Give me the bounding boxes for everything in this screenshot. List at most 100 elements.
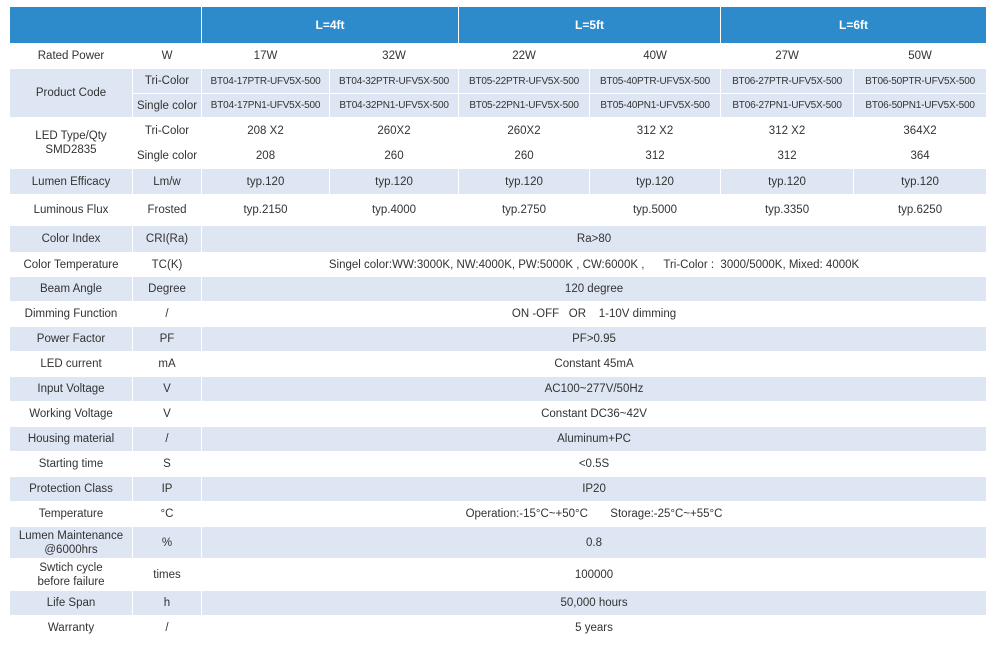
row-power-factor: Power Factor PF PF>0.95: [10, 327, 988, 352]
value-cell: typ.4000: [330, 195, 460, 226]
row-unit: CRI(Ra): [133, 226, 202, 253]
row-warranty: Warranty / 5 years: [10, 616, 988, 641]
value-cell: Constant 45mA: [202, 352, 988, 377]
value-cell: typ.120: [459, 169, 591, 195]
value-cell: AC100~277V/50Hz: [202, 377, 988, 402]
value-cell: 312 X2: [590, 118, 722, 144]
value-cell: 40W: [590, 44, 722, 69]
value-cell: 208: [202, 144, 330, 169]
row-lumen-efficacy: Lumen Efficacy Lm/w typ.120 typ.120 typ.…: [10, 169, 988, 195]
row-label: Color Index: [10, 226, 133, 253]
row-product-code-tri: Product Code Tri-Color BT04-17PTR-UFV5X-…: [10, 69, 988, 118]
value-cell: typ.120: [721, 169, 855, 195]
value-cell: 27W: [721, 44, 855, 69]
value-cell: 364: [854, 144, 988, 169]
row-input-voltage: Input Voltage V AC100~277V/50Hz: [10, 377, 988, 402]
value-cell: 0.8: [202, 527, 988, 559]
value-cell: typ.120: [202, 169, 330, 195]
row-unit: times: [133, 559, 202, 591]
value-cell: IP20: [202, 477, 988, 502]
value-cell: Constant DC36~42V: [202, 402, 988, 427]
row-label: Beam Angle: [10, 277, 133, 302]
value-cell: 100000: [202, 559, 988, 591]
row-working-voltage: Working Voltage V Constant DC36~42V: [10, 402, 988, 427]
row-label: Housing material: [10, 427, 133, 452]
value-cell: BT05-22PTR-UFV5X-500: [459, 69, 591, 94]
value-cell: typ.3350: [721, 195, 855, 226]
row-unit: TC(K): [133, 253, 202, 277]
row-beam-angle: Beam Angle Degree 120 degree: [10, 277, 988, 302]
value-cell: BT05-40PTR-UFV5X-500: [590, 69, 722, 94]
row-label-line: Lumen Maintenance: [18, 529, 124, 542]
row-label: Temperature: [10, 502, 133, 527]
value-cell: 260X2: [330, 118, 460, 144]
value-cell: BT05-40PN1-UFV5X-500: [590, 94, 722, 118]
value-cell: BT04-17PN1-UFV5X-500: [202, 94, 330, 118]
row-starting-time: Starting time S <0.5S: [10, 452, 988, 477]
row-temperature: Temperature °C Operation:-15°C~+50°C Sto…: [10, 502, 988, 527]
row-label-line: Swtich cycle: [39, 561, 103, 574]
value-cell: BT06-50PTR-UFV5X-500: [854, 69, 988, 94]
row-label-line: before failure: [37, 575, 105, 588]
row-label: Protection Class: [10, 477, 133, 502]
value-cell: BT06-27PTR-UFV5X-500: [721, 69, 855, 94]
row-label: Warranty: [10, 616, 133, 641]
row-unit: /: [133, 302, 202, 327]
value-cell: 312 X2: [721, 118, 855, 144]
row-label: Swtich cycle before failure: [10, 559, 133, 591]
value-cell: Singel color:WW:3000K, NW:4000K, PW:5000…: [202, 253, 988, 277]
row-unit: %: [133, 527, 202, 559]
row-label-line: LED Type/Qty: [35, 130, 107, 142]
value-cell: 312: [590, 144, 722, 169]
row-sub-label: Tri-Color: [133, 118, 202, 144]
value-cell: ON -OFF OR 1-10V dimming: [202, 302, 988, 327]
row-label: Color Temperature: [10, 253, 133, 277]
value-cell: typ.6250: [854, 195, 988, 226]
header-row: L=4ft L=5ft L=6ft: [10, 7, 988, 44]
value-cell: typ.120: [590, 169, 722, 195]
header-group-4ft: L=4ft: [202, 7, 460, 44]
value-cell: typ.120: [330, 169, 460, 195]
row-unit: V: [133, 402, 202, 427]
row-unit: W: [133, 44, 202, 69]
row-led-type-tri: LED Type/Qty SMD2835 Tri-Color 208 X2 260…: [10, 118, 988, 169]
row-unit: Degree: [133, 277, 202, 302]
row-label: Product Code: [10, 69, 133, 118]
row-protection-class: Protection Class IP IP20: [10, 477, 988, 502]
row-label: LED Type/Qty SMD2835: [10, 118, 133, 169]
value-cell: BT04-17PTR-UFV5X-500: [202, 69, 330, 94]
row-label: Life Span: [10, 591, 133, 616]
header-group-5ft: L=5ft: [459, 7, 722, 44]
row-unit: h: [133, 591, 202, 616]
row-label: Input Voltage: [10, 377, 133, 402]
value-cell: typ.2750: [459, 195, 591, 226]
row-led-current: LED current mA Constant 45mA: [10, 352, 988, 377]
value-cell: 22W: [459, 44, 591, 69]
row-label: Rated Power: [10, 44, 133, 69]
row-label: Working Voltage: [10, 402, 133, 427]
value-cell: 50,000 hours: [202, 591, 988, 616]
value-cell: BT04-32PTR-UFV5X-500: [330, 69, 460, 94]
row-sub-label: Tri-Color: [133, 69, 202, 94]
row-unit: Frosted: [133, 195, 202, 226]
value-cell: BT05-22PN1-UFV5X-500: [459, 94, 591, 118]
row-unit: PF: [133, 327, 202, 352]
row-dimming-function: Dimming Function / ON -OFF OR 1-10V dimm…: [10, 302, 988, 327]
row-sub-label: Single color: [133, 144, 202, 169]
value-cell: 5 years: [202, 616, 988, 641]
value-cell: 32W: [330, 44, 460, 69]
row-led-type-single: Single color 208 260 260 312 312 364: [10, 144, 988, 169]
row-label: Lumen Efficacy: [10, 169, 133, 195]
row-luminous-flux: Luminous Flux Frosted typ.2150 typ.4000 …: [10, 195, 988, 226]
value-cell: Ra>80: [202, 226, 988, 253]
row-product-code-single: Single color BT04-17PN1-UFV5X-500 BT04-3…: [10, 94, 988, 118]
row-sub-label: Single color: [133, 94, 202, 118]
row-housing-material: Housing material / Aluminum+PC: [10, 427, 988, 452]
value-cell: Operation:-15°C~+50°C Storage:-25°C~+55°…: [202, 502, 988, 527]
value-cell: BT06-50PN1-UFV5X-500: [854, 94, 988, 118]
row-unit: Lm/w: [133, 169, 202, 195]
row-label: Lumen Maintenance @6000hrs: [10, 527, 133, 559]
row-label-line: @6000hrs: [44, 543, 98, 556]
row-label: Luminous Flux: [10, 195, 133, 226]
spec-table: L=4ft L=5ft L=6ft Rated Power W 17W 32W …: [10, 7, 988, 641]
